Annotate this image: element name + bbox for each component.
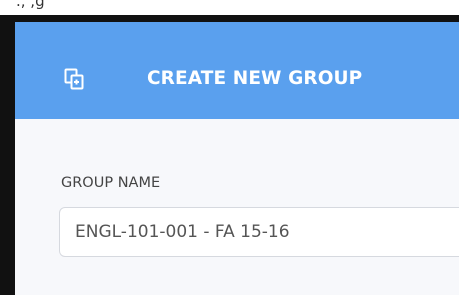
copy-group-icon	[63, 68, 85, 90]
dialog-header: CREATE NEW GROUP	[15, 22, 459, 119]
cut-off-text: ., ,g	[16, 0, 45, 10]
group-name-label: GROUP NAME	[61, 175, 161, 191]
group-name-input[interactable]	[59, 207, 459, 257]
dialog-title: CREATE NEW GROUP	[147, 68, 363, 89]
top-strip: ., ,g	[0, 0, 459, 15]
create-group-dialog: CREATE NEW GROUP GROUP NAME	[15, 22, 459, 295]
